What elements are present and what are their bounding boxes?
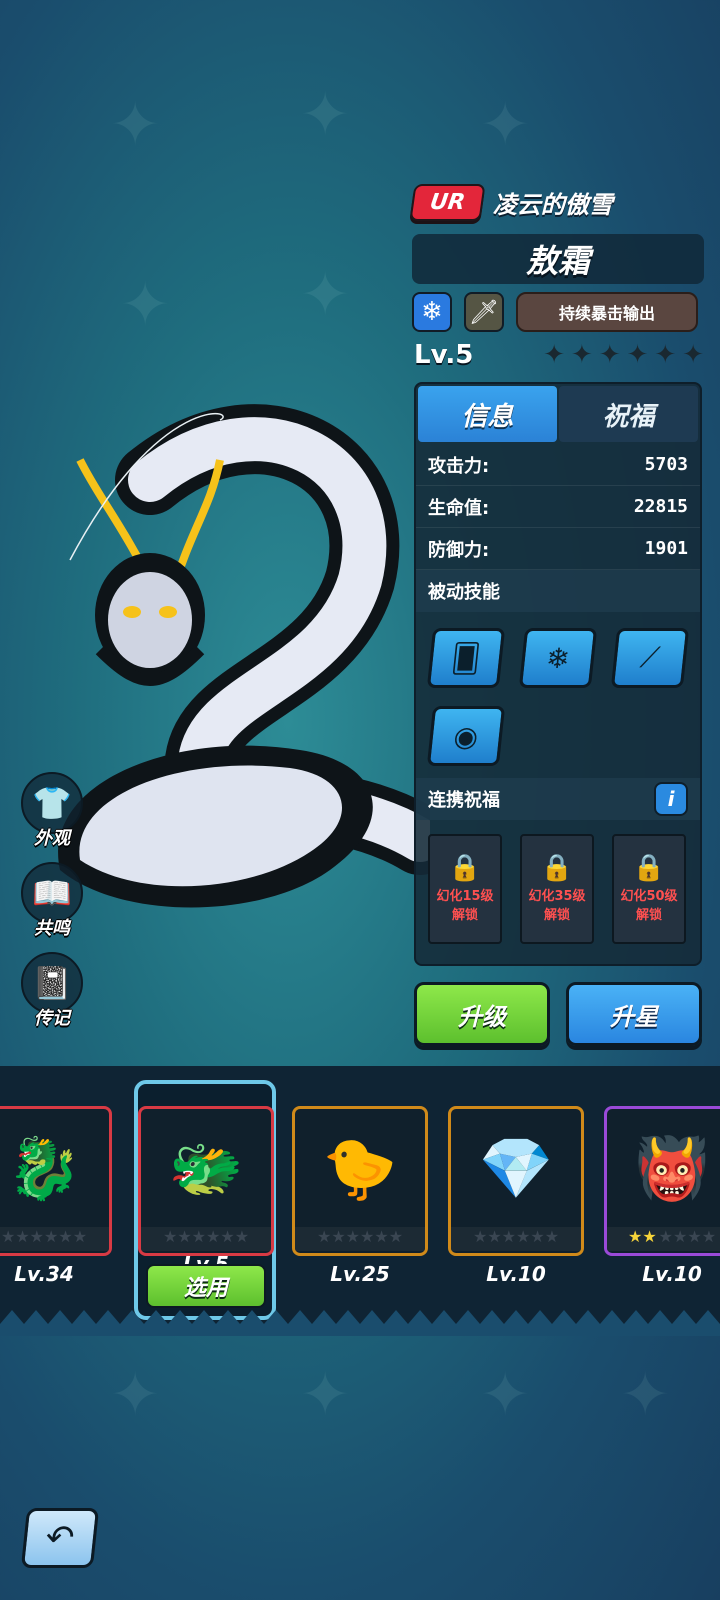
star-icon: ✦ bbox=[543, 340, 566, 370]
unlock-condition: 幻化50级 bbox=[620, 888, 678, 904]
stat-label: 生命值: bbox=[428, 497, 490, 519]
card-stars: ★★★★★★ bbox=[141, 1227, 271, 1251]
side-button-label: 外观 bbox=[34, 828, 70, 849]
roster-spike-border bbox=[0, 1310, 720, 1336]
stat-label: 防御力: bbox=[428, 539, 490, 561]
lock-icon: 🔒 bbox=[540, 852, 574, 883]
star-icon: ✦ bbox=[654, 340, 677, 370]
link-blessing-header: 连携祝福 i bbox=[416, 778, 700, 820]
info-panel: 信息 祝福 攻击力: 5703 生命值: 22815 防御力: 1901 被动技… bbox=[414, 382, 702, 966]
back-arrow-icon: ↶ bbox=[43, 1518, 77, 1558]
hero-header: UR 凌云的傲雪 bbox=[409, 184, 613, 221]
back-button[interactable]: ↶ bbox=[20, 1508, 100, 1568]
card-level: Lv.10 bbox=[642, 1262, 702, 1286]
hero-level: Lv.5 bbox=[414, 340, 474, 370]
level-row: Lv.5 ✦ ✦ ✦ ✦ ✦ ✦ bbox=[414, 340, 704, 370]
unlock-label: 解锁 bbox=[451, 908, 478, 923]
tab-bar: 信息 祝福 bbox=[416, 384, 700, 444]
select-button[interactable]: 选用 bbox=[146, 1264, 266, 1308]
blessing-locks: 🔒 幻化15级 解锁 🔒 幻化35级 解锁 🔒 幻化50级 解锁 bbox=[416, 820, 700, 958]
card-stars: ★★★★★★ bbox=[451, 1227, 581, 1251]
card-stars: ★★★★★★ bbox=[607, 1227, 720, 1251]
unlock-condition: 幻化15级 bbox=[436, 888, 494, 904]
red-beast-icon: 👹 bbox=[634, 1133, 710, 1204]
tab-info[interactable]: 信息 bbox=[418, 386, 557, 442]
ice-crystal-icon: 💎 bbox=[478, 1133, 554, 1204]
lock-icon: 🔒 bbox=[448, 852, 482, 883]
locked-blessing-slot[interactable]: 🔒 幻化15级 解锁 bbox=[428, 834, 502, 944]
side-button-label: 共鸣 bbox=[34, 918, 70, 939]
biography-button[interactable]: 📓 传记 bbox=[20, 952, 84, 1030]
stat-value: 1901 bbox=[644, 538, 688, 559]
passive-skills-header: 被动技能 bbox=[416, 570, 700, 612]
side-button-label: 传记 bbox=[34, 1008, 70, 1029]
roster-card[interactable]: 🐤 ★★★★★★ bbox=[292, 1106, 428, 1256]
yellow-bird-icon: 🐤 bbox=[322, 1133, 398, 1204]
card-level: Lv.34 bbox=[14, 1262, 74, 1286]
locked-blessing-slot[interactable]: 🔒 幻化50级 解锁 bbox=[612, 834, 686, 944]
card-level: Lv.25 bbox=[330, 1262, 390, 1286]
green-dragon-icon: 🐉 bbox=[6, 1133, 82, 1204]
dragon-emblem-icon[interactable]: ◉ bbox=[426, 706, 506, 766]
unlock-label: 解锁 bbox=[635, 908, 662, 923]
section-title: 连携祝福 bbox=[428, 790, 500, 811]
stat-value: 22815 bbox=[633, 496, 688, 517]
unlock-condition: 幻化35级 bbox=[528, 888, 586, 904]
star-icon: ✦ bbox=[626, 340, 649, 370]
tab-blessing[interactable]: 祝福 bbox=[559, 386, 698, 442]
resonance-button[interactable]: 📖 共鸣 bbox=[20, 862, 84, 940]
star-up-button[interactable]: 升星 bbox=[566, 982, 702, 1046]
roster-card-selected[interactable]: 🐲 ★★★★★★ bbox=[138, 1106, 274, 1256]
stat-row-hp: 生命值: 22815 bbox=[416, 486, 700, 528]
hero-tags: ❄ 🗡 持续暴击输出 bbox=[412, 292, 698, 332]
locked-blessing-slot[interactable]: 🔒 幻化35级 解锁 bbox=[520, 834, 594, 944]
star-rating: ✦ ✦ ✦ ✦ ✦ ✦ bbox=[543, 340, 704, 370]
stat-row-defense: 防御力: 1901 bbox=[416, 528, 700, 570]
section-title: 被动技能 bbox=[428, 582, 500, 603]
star-icon: ✦ bbox=[598, 340, 621, 370]
passive-skills-grid: 🂠 ❄ ⟋ ◉ bbox=[416, 612, 700, 778]
rarity-badge: UR bbox=[409, 184, 486, 221]
cards-dice-icon[interactable]: 🂠 bbox=[426, 628, 506, 688]
claw-slash-icon[interactable]: ⟋ bbox=[610, 628, 690, 688]
sword-icon[interactable]: 🗡 bbox=[464, 292, 504, 332]
hero-epithet: 凌云的傲雪 bbox=[492, 191, 613, 219]
star-icon: ✦ bbox=[682, 340, 704, 370]
stat-value: 5703 bbox=[644, 454, 688, 475]
style-tag[interactable]: 持续暴击输出 bbox=[516, 292, 698, 332]
lock-icon: 🔒 bbox=[632, 852, 666, 883]
upgrade-button[interactable]: 升级 bbox=[414, 982, 550, 1046]
stat-row-attack: 攻击力: 5703 bbox=[416, 444, 700, 486]
roster-card[interactable]: 🐉 ★★★★★★ bbox=[0, 1106, 112, 1256]
hero-name: 敖霜 bbox=[412, 234, 704, 284]
white-dragon-icon: 🐲 bbox=[168, 1133, 244, 1204]
snowflake-icon[interactable]: ❄ bbox=[412, 292, 452, 332]
snowflakes-icon[interactable]: ❄ bbox=[518, 628, 598, 688]
card-stars: ★★★★★★ bbox=[0, 1227, 109, 1251]
roster-card[interactable]: 💎 ★★★★★★ bbox=[448, 1106, 584, 1256]
appearance-button[interactable]: 👕 外观 bbox=[20, 772, 84, 850]
stat-label: 攻击力: bbox=[428, 455, 490, 477]
card-stars: ★★★★★★ bbox=[295, 1227, 425, 1251]
unlock-label: 解锁 bbox=[543, 908, 570, 923]
info-button[interactable]: i bbox=[654, 782, 688, 816]
card-level: Lv.10 bbox=[486, 1262, 546, 1286]
roster-card[interactable]: 👹 ★★ ★★★★ bbox=[604, 1106, 720, 1256]
star-icon: ✦ bbox=[571, 340, 593, 370]
hero-roster: 🐉 ★★★★★★ Lv.34 🐲 ★★★★★★ Lv.5 选用 🐤 ★★★★★★… bbox=[0, 1066, 720, 1336]
